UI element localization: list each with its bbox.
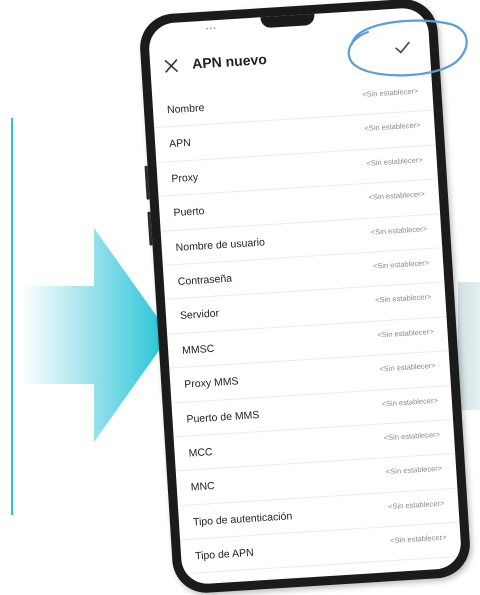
field-value: <Sin establecer>: [368, 189, 426, 202]
field-value: <Sin establecer>: [370, 223, 428, 237]
field-label: Servidor: [179, 307, 220, 323]
apn-field-list: Nombre <Sin establecer> APN <Sin establecer…: [152, 76, 463, 586]
field-value: <Sin establecer>: [389, 532, 447, 546]
field-label: Nombre de usuario: [175, 235, 266, 254]
field-label: APN: [168, 137, 192, 151]
field-label: MMSC: [181, 342, 215, 357]
highlight-circle: [347, 19, 468, 77]
accent-divider-line: [11, 118, 13, 515]
field-label: Proxy MMS: [183, 375, 239, 391]
field-value: <Sin establecer>: [361, 86, 419, 100]
field-label: Proxy: [171, 171, 199, 185]
volume-button: [144, 165, 150, 200]
field-label: Tipo de autenticación: [192, 509, 293, 529]
field-label: Puerto de MMS: [186, 408, 260, 426]
field-value: <Sin establecer>: [366, 155, 423, 168]
field-value: <Sin establecer>: [383, 429, 441, 443]
field-value: <Sin establecer>: [387, 498, 445, 511]
field-value: <Sin establecer>: [374, 292, 432, 305]
page-title: APN nuevo: [191, 50, 268, 72]
field-label: Contraseña: [177, 272, 233, 288]
field-label: Puerto: [173, 205, 205, 220]
field-label: Protocolo APN: [197, 581, 266, 586]
background-panel: [458, 282, 480, 410]
field-label: Nombre: [166, 101, 205, 117]
close-icon[interactable]: [164, 59, 179, 74]
field-value: <Sin establecer>: [376, 326, 434, 340]
phone-mockup: • • • APN nuevo Nombre <Sin establecer> AP…: [138, 0, 472, 595]
camera-notch: [260, 12, 315, 29]
field-value: <Sin establecer>: [379, 361, 436, 374]
arrow-right-icon: [22, 228, 170, 442]
field-value: <Sin establecer>: [381, 395, 439, 408]
field-label: Tipo de APN: [194, 546, 254, 563]
field-value: <Sin establecer>: [372, 258, 430, 271]
field-value: IPv4: [433, 567, 449, 577]
field-value: <Sin establecer>: [364, 120, 421, 134]
status-bar: • • •: [205, 26, 216, 33]
phone-screen: • • • APN nuevo Nombre <Sin establecer> AP…: [147, 6, 463, 586]
field-label: MCC: [188, 446, 213, 460]
field-value: <Sin establecer>: [385, 464, 443, 477]
field-label: MNC: [190, 480, 216, 494]
